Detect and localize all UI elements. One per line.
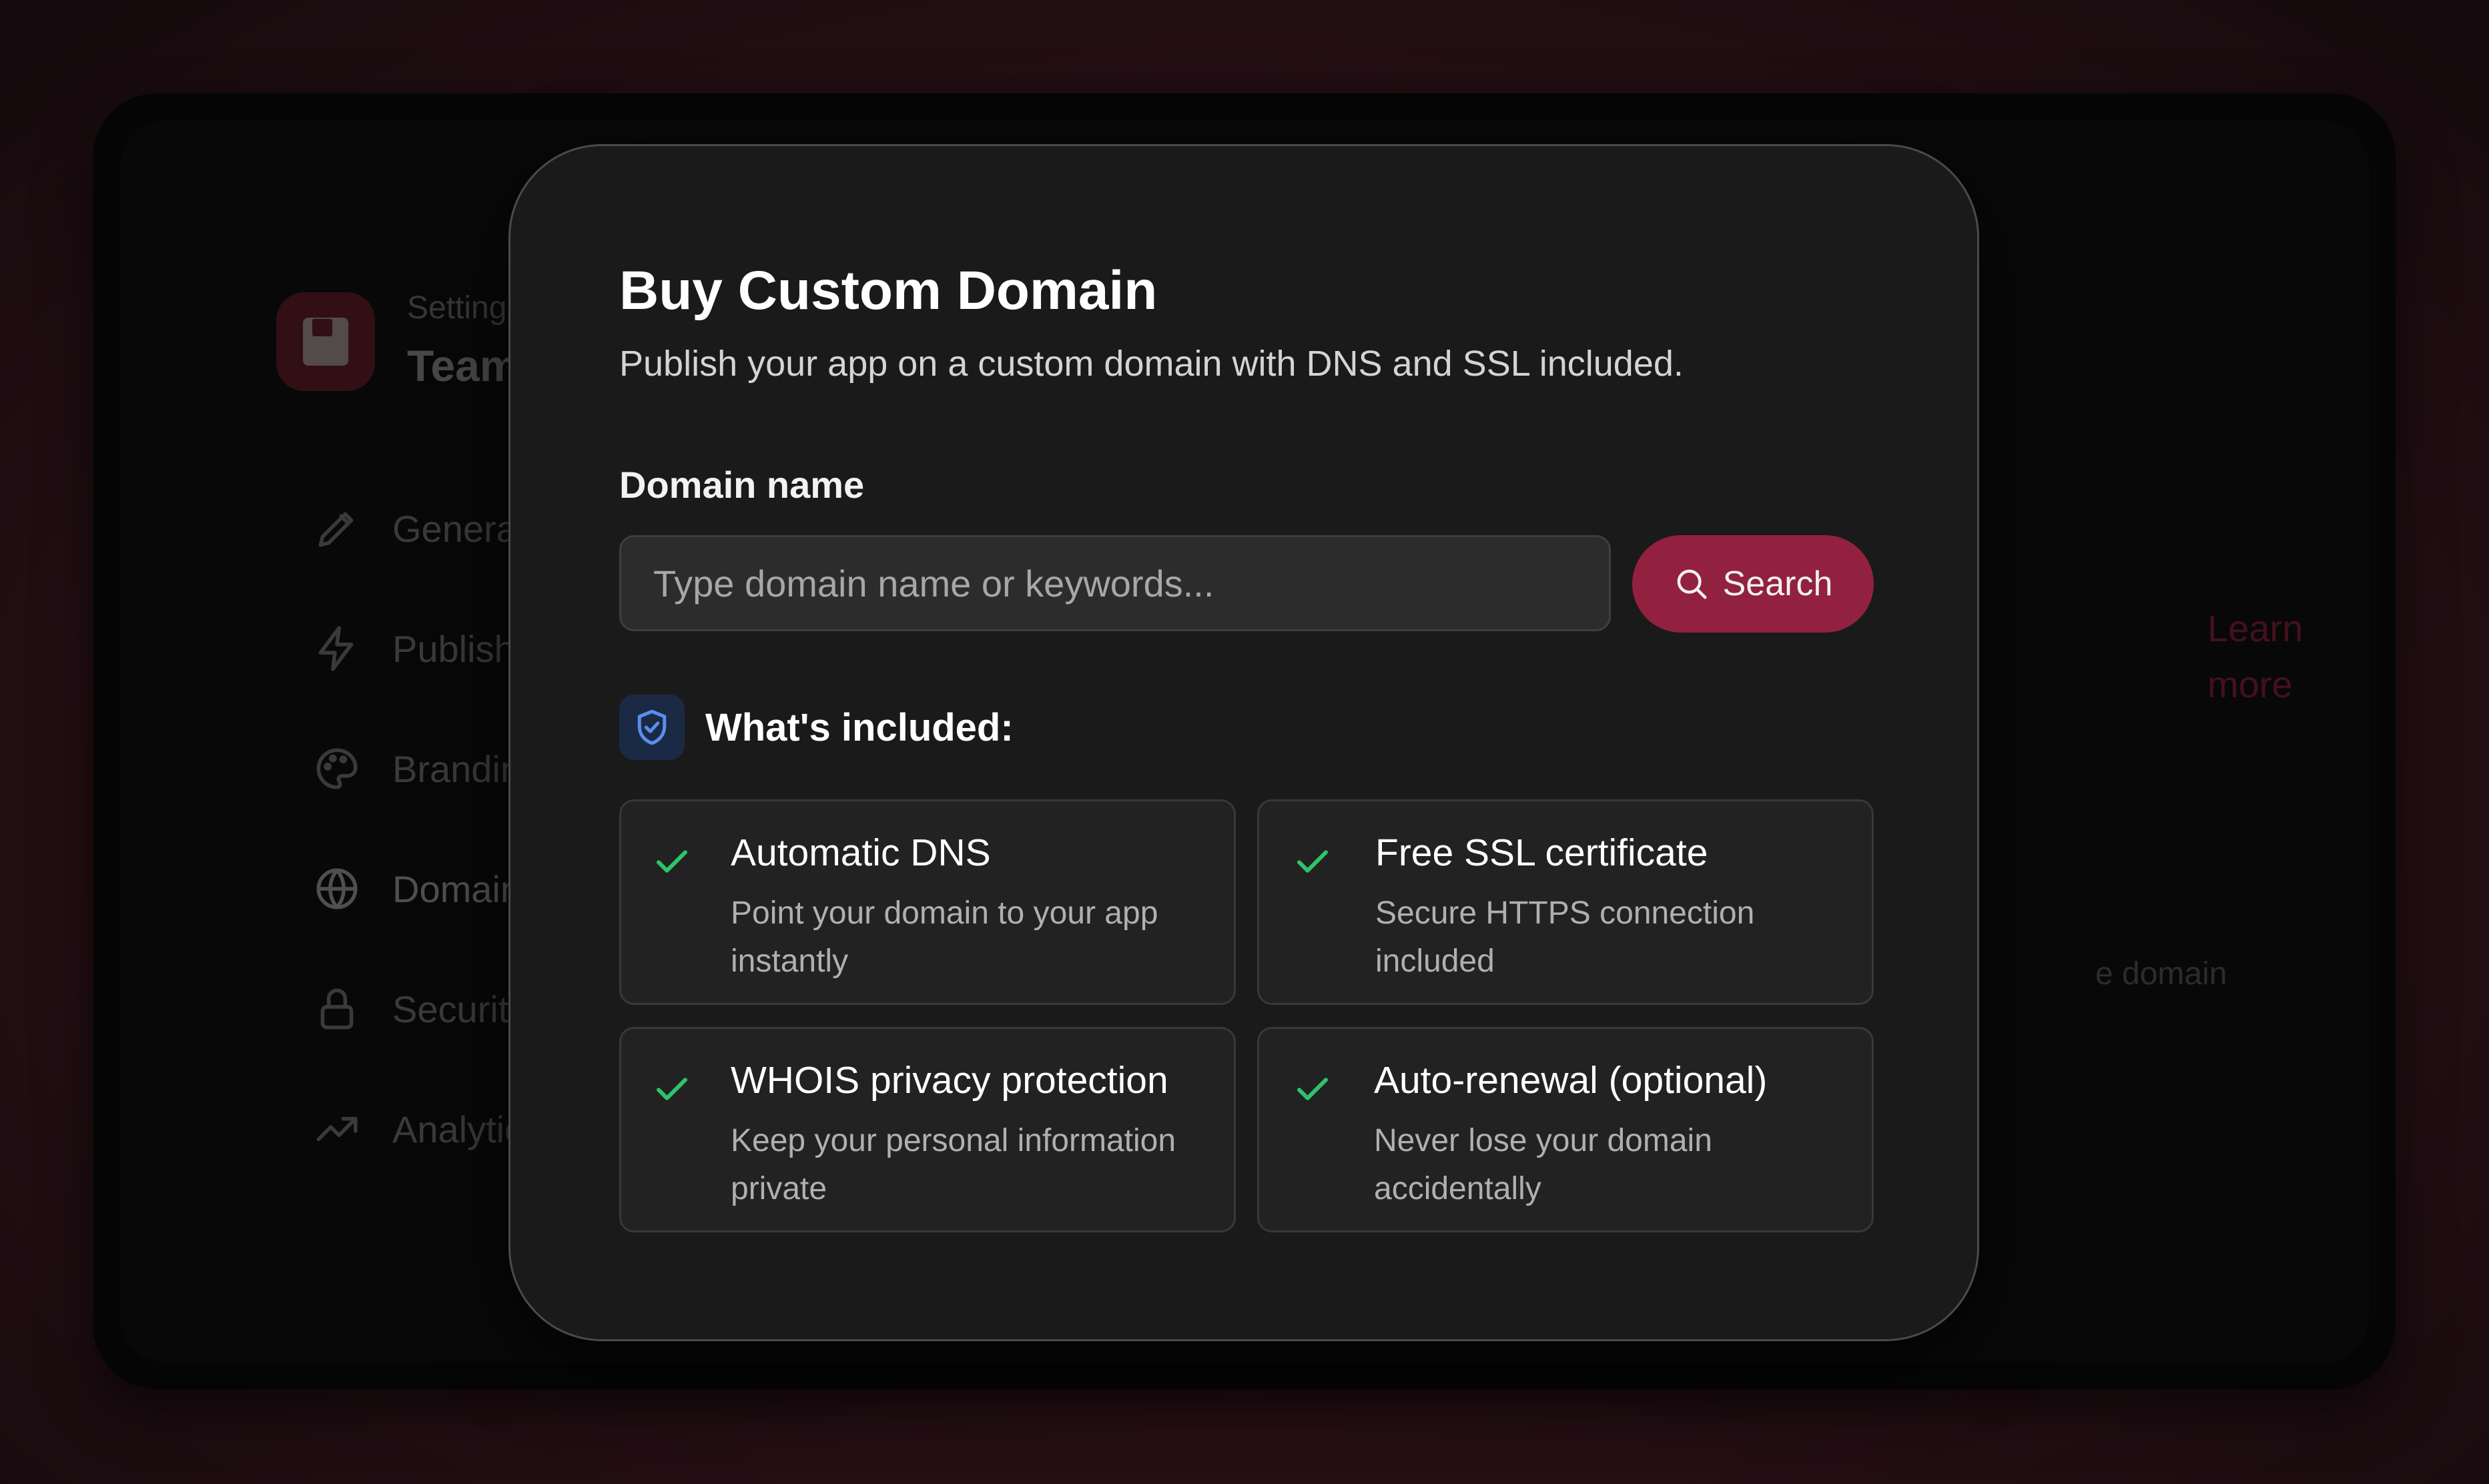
- dialog-title: Buy Custom Domain: [619, 260, 1158, 321]
- check-icon: [1293, 1069, 1333, 1109]
- search-button-label: Search: [1722, 565, 1833, 603]
- lock-icon: [312, 984, 362, 1034]
- sidebar-item-branding[interactable]: Branding: [312, 744, 542, 793]
- palette-icon: [312, 744, 362, 793]
- sidebar-item-security[interactable]: Security: [312, 984, 527, 1034]
- feature-title: Automatic DNS: [731, 831, 991, 874]
- feature-card: Free SSL certificate Secure HTTPS connec…: [1257, 799, 1874, 1005]
- domain-name-label: Domain name: [619, 464, 865, 506]
- feature-card: Auto-renewal (optional) Never lose your …: [1257, 1027, 1874, 1232]
- check-icon: [652, 1069, 692, 1109]
- feature-description: Secure HTTPS connection included: [1375, 895, 1755, 979]
- sidebar-item-domains[interactable]: Domains: [312, 864, 540, 913]
- domain-search-input[interactable]: [619, 535, 1611, 631]
- learn-more-link[interactable]: Learn more: [2207, 601, 2341, 713]
- feature-title: Auto-renewal (optional): [1374, 1059, 1768, 1102]
- background-text: e domain: [2095, 956, 2227, 992]
- sidebar-item-analytics[interactable]: Analytics: [312, 1104, 542, 1154]
- sidebar-item-label: Security: [392, 988, 528, 1030]
- lightning-icon: [312, 624, 362, 673]
- feature-description: Point your domain to your app instantly: [731, 895, 1158, 979]
- pencil-icon: [312, 504, 362, 553]
- check-icon: [1293, 841, 1333, 881]
- breadcrumb: Settings: [407, 290, 523, 326]
- sidebar-item-label: Publish: [392, 627, 515, 670]
- trending-up-icon: [312, 1104, 362, 1154]
- shield-check-icon: [619, 695, 685, 760]
- search-button[interactable]: Search: [1632, 535, 1874, 633]
- sidebar-item-label: General: [392, 507, 526, 550]
- dialog-subtitle: Publish your app on a custom domain with…: [619, 344, 1684, 384]
- buy-domain-dialog: Buy Custom Domain Publish your app on a …: [508, 144, 1979, 1341]
- sidebar-item-general[interactable]: General: [312, 504, 525, 553]
- feature-card: Automatic DNS Point your domain to your …: [619, 799, 1236, 1005]
- feature-description: Never lose your domain accidentally: [1374, 1123, 1712, 1206]
- globe-icon: [312, 864, 362, 913]
- feature-title: WHOIS privacy protection: [731, 1059, 1168, 1102]
- feature-description: Keep your personal information private: [731, 1123, 1176, 1206]
- sidebar-item-publish[interactable]: Publish: [312, 624, 515, 673]
- feature-card: WHOIS privacy protection Keep your perso…: [619, 1027, 1236, 1232]
- check-icon: [652, 841, 692, 881]
- feature-title: Free SSL certificate: [1375, 831, 1708, 874]
- search-icon: [1674, 566, 1710, 602]
- app-logo: [276, 292, 375, 391]
- included-heading: What's included:: [705, 706, 1014, 749]
